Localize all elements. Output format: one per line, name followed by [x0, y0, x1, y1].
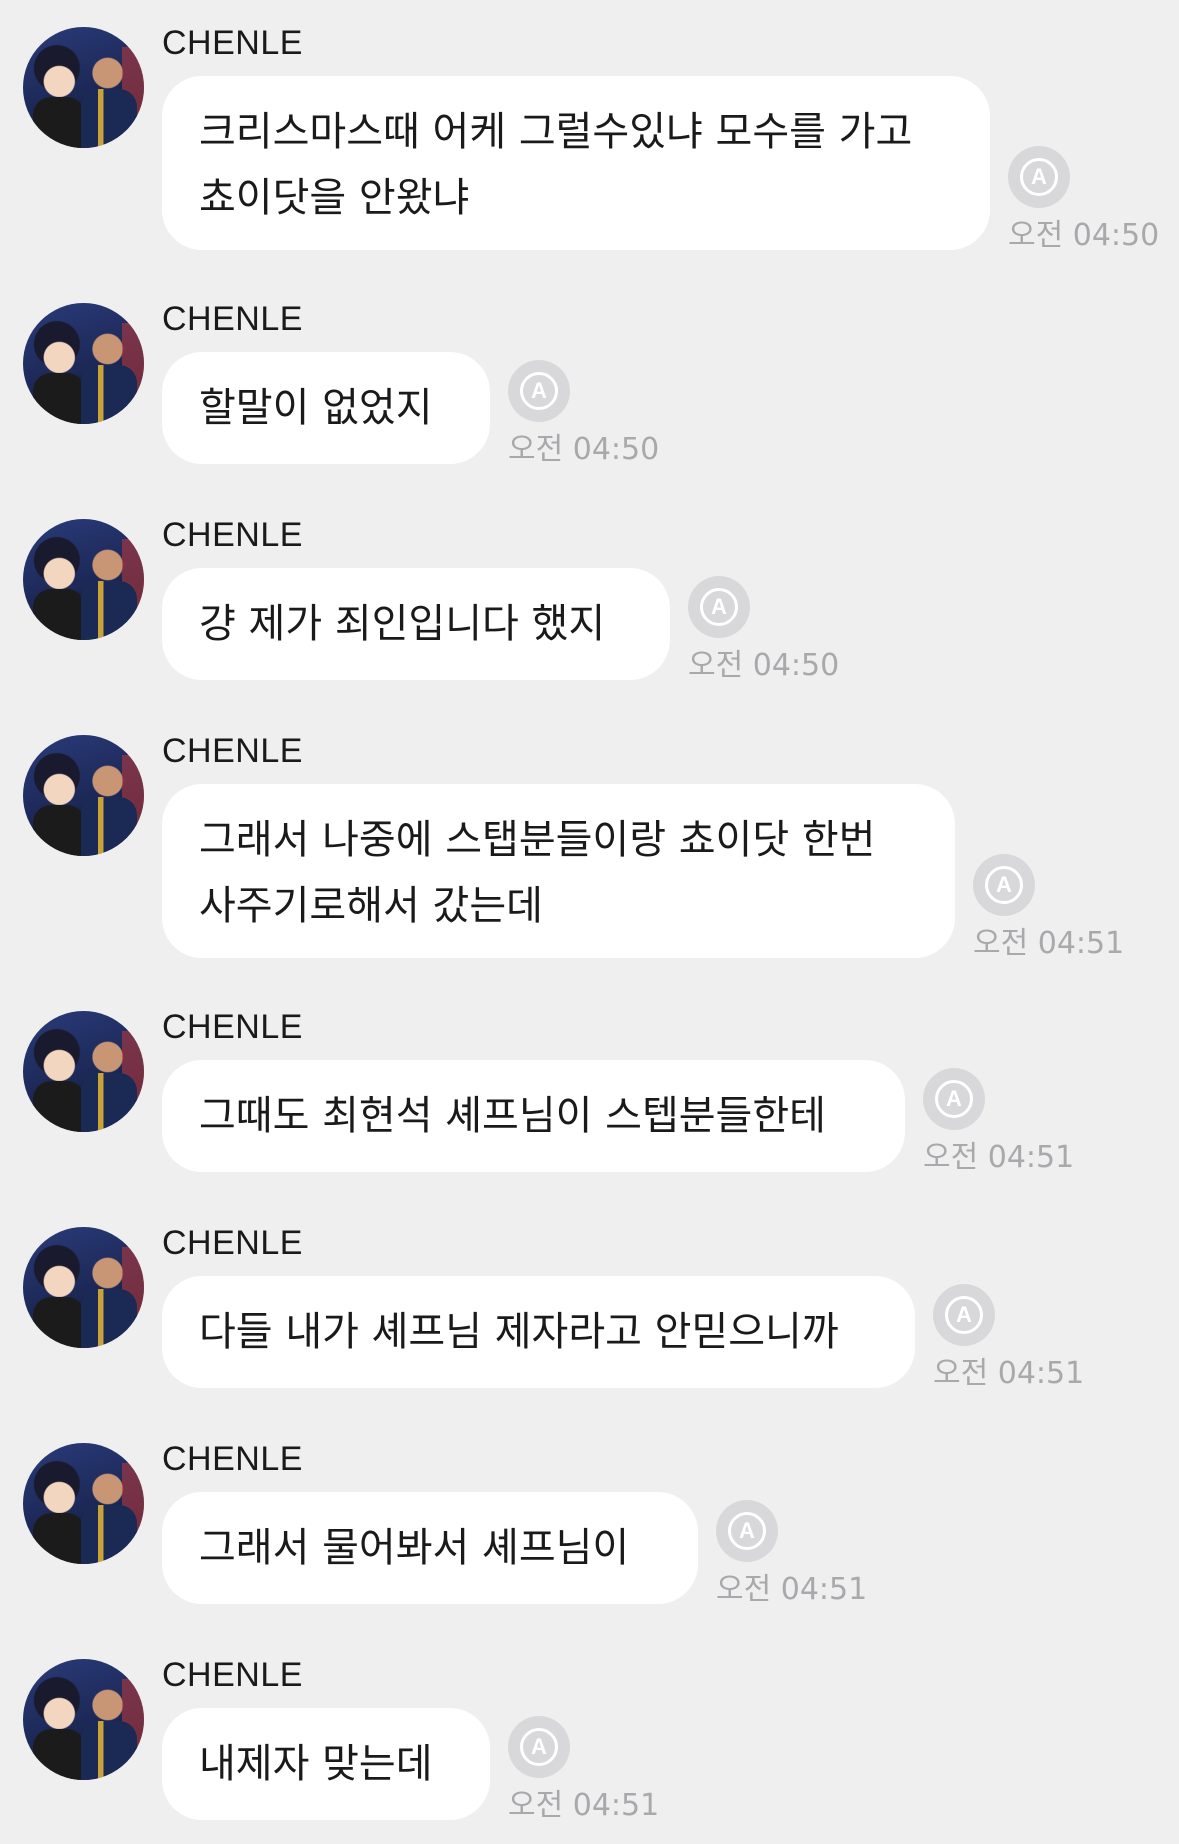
translate-glyph: A	[520, 372, 558, 410]
message-time: 오전 04:51	[973, 926, 1125, 961]
message-bubble[interactable]: 할말이 없었지	[162, 352, 490, 464]
message-bubble[interactable]: 내제자 맞는데	[162, 1708, 490, 1820]
sender-avatar[interactable]	[23, 519, 144, 640]
translate-glyph: A	[520, 1728, 558, 1766]
translate-icon[interactable]: A	[933, 1284, 995, 1346]
sender-avatar[interactable]	[23, 735, 144, 856]
message-time: 오전 04:50	[688, 648, 840, 683]
sender-name: CHENLE	[162, 732, 303, 770]
sender-avatar[interactable]	[23, 303, 144, 424]
translate-icon[interactable]: A	[508, 360, 570, 422]
message-bubble[interactable]: 그래서 나중에 스탭분들이랑 쵸이닷 한번 사주기로해서 갔는데	[162, 784, 955, 958]
message-time: 오전 04:50	[508, 432, 660, 467]
translate-glyph: A	[1020, 158, 1058, 196]
sender-name: CHENLE	[162, 1008, 303, 1046]
sender-name: CHENLE	[162, 24, 303, 62]
translate-glyph: A	[700, 588, 738, 626]
message-time: 오전 04:51	[716, 1572, 868, 1607]
message-bubble[interactable]: 그때도 최현석 셰프님이 스텝분들한테	[162, 1060, 905, 1172]
sender-avatar[interactable]	[23, 1011, 144, 1132]
sender-avatar[interactable]	[23, 27, 144, 148]
message-time: 오전 04:51	[933, 1356, 1085, 1391]
message-bubble[interactable]: 다들 내가 셰프님 제자라고 안믿으니까	[162, 1276, 915, 1388]
sender-avatar[interactable]	[23, 1443, 144, 1564]
translate-icon[interactable]: A	[923, 1068, 985, 1130]
message-bubble[interactable]: 걍 제가 죄인입니다 했지	[162, 568, 670, 680]
sender-name: CHENLE	[162, 516, 303, 554]
sender-name: CHENLE	[162, 1440, 303, 1478]
message-time: 오전 04:51	[508, 1788, 660, 1823]
translate-icon[interactable]: A	[716, 1500, 778, 1562]
translate-glyph: A	[945, 1296, 983, 1334]
translate-icon[interactable]: A	[1008, 146, 1070, 208]
translate-glyph: A	[985, 866, 1023, 904]
message-bubble[interactable]: 크리스마스때 어케 그럴수있냐 모수를 가고 쵸이닷을 안왔냐	[162, 76, 990, 250]
message-time: 오전 04:51	[923, 1140, 1075, 1175]
sender-name: CHENLE	[162, 1224, 303, 1262]
sender-avatar[interactable]	[23, 1227, 144, 1348]
translate-icon[interactable]: A	[688, 576, 750, 638]
translate-glyph: A	[728, 1512, 766, 1550]
translate-glyph: A	[935, 1080, 973, 1118]
sender-name: CHENLE	[162, 1656, 303, 1694]
message-bubble[interactable]: 그래서 물어봐서 셰프님이	[162, 1492, 698, 1604]
message-time: 오전 04:50	[1008, 218, 1160, 253]
translate-icon[interactable]: A	[973, 854, 1035, 916]
sender-avatar[interactable]	[23, 1659, 144, 1780]
translate-icon[interactable]: A	[508, 1716, 570, 1778]
sender-name: CHENLE	[162, 300, 303, 338]
